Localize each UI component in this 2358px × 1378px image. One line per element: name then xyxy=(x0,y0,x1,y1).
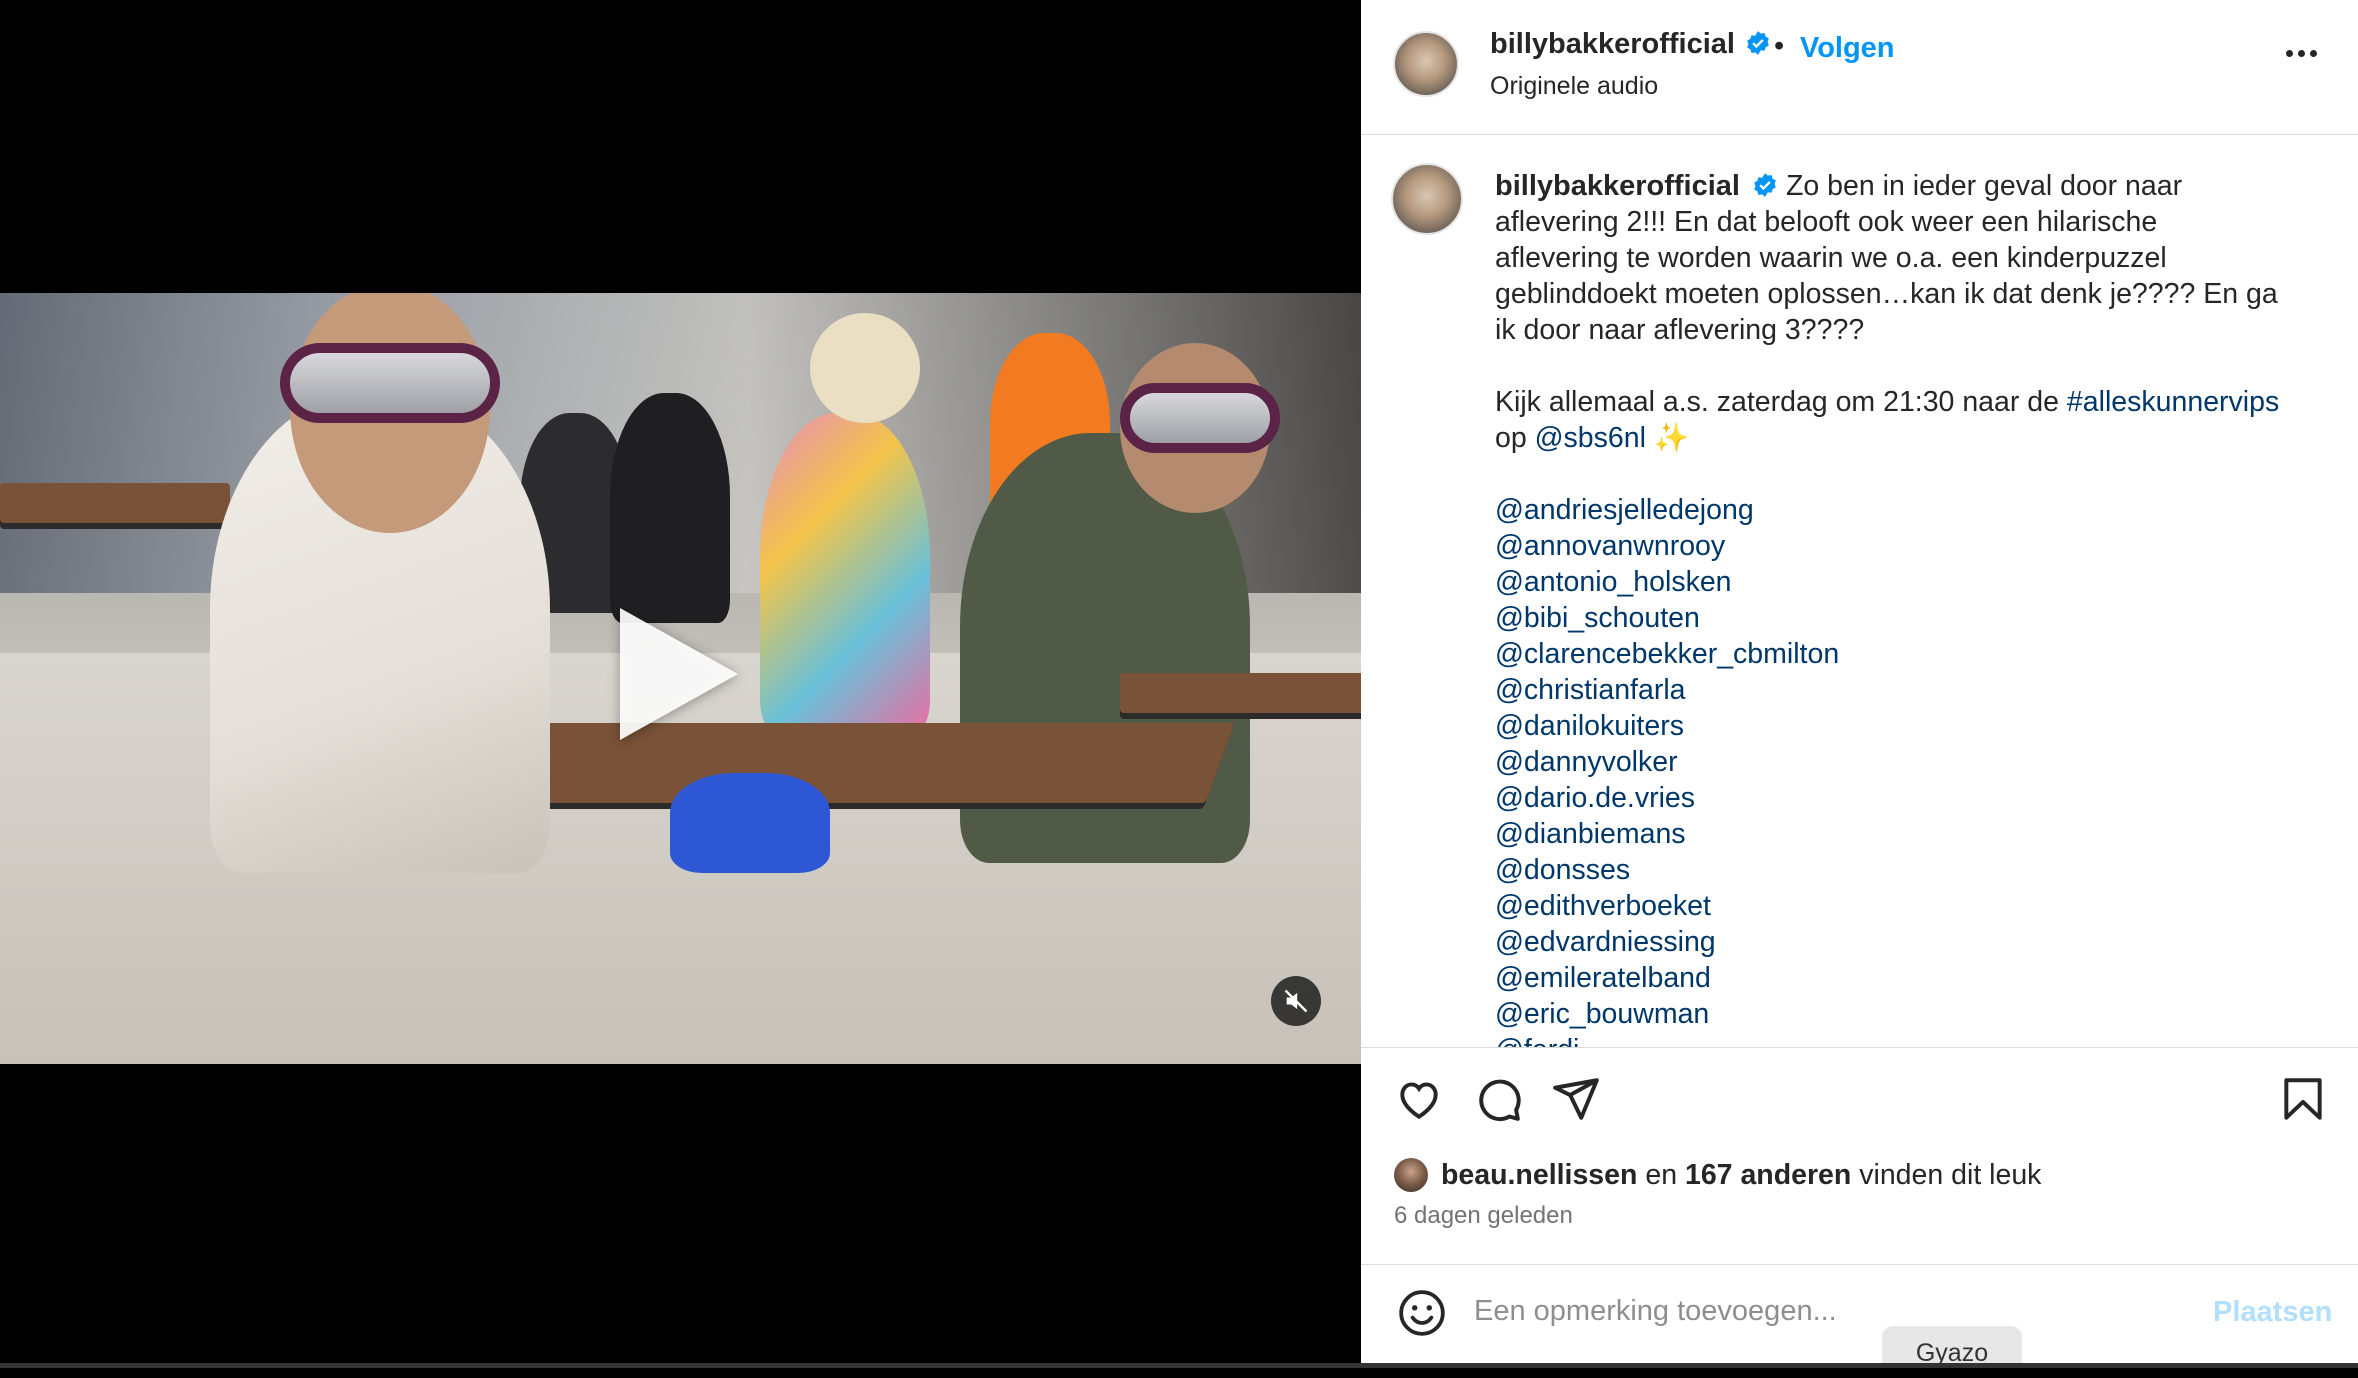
caption-channel-line: op @sbs6nl ✨ xyxy=(1495,420,2295,456)
video-toy-car xyxy=(670,773,830,873)
comment-icon[interactable] xyxy=(1473,1074,1523,1124)
video-person xyxy=(760,413,930,733)
comment-composer: Plaatsen xyxy=(1361,1263,2358,1363)
likes-summary: beau.nellissen en 167 anderen vinden dit… xyxy=(1394,1158,2041,1192)
mention-link[interactable]: @dianbiemans xyxy=(1495,816,2295,852)
mention-link[interactable]: @bibi_schouten xyxy=(1495,600,2295,636)
video-desk xyxy=(0,483,230,523)
mention-link[interactable]: @dario.de.vries xyxy=(1495,780,2295,816)
mention-link[interactable]: @ferdi… xyxy=(1495,1032,2295,1047)
post-panel: billybakkerofficial • Volgen Originele a… xyxy=(1361,0,2358,1363)
mention-link[interactable]: @emileratelband xyxy=(1495,960,2295,996)
video-goggles xyxy=(1120,383,1280,453)
caption-username[interactable]: billybakkerofficial xyxy=(1495,170,1740,202)
mention-sbs6nl[interactable]: @sbs6nl xyxy=(1535,422,1646,454)
mention-link[interactable]: @edvardniessing xyxy=(1495,924,2295,960)
header-username-row: billybakkerofficial xyxy=(1490,28,1771,61)
video-person xyxy=(610,393,730,623)
caption-channel-text: op xyxy=(1495,422,1535,454)
username-link[interactable]: billybakkerofficial xyxy=(1490,28,1735,60)
play-icon[interactable] xyxy=(620,608,738,740)
caption-schedule-text: Kijk allemaal a.s. zaterdag om 21:30 naa… xyxy=(1495,386,2067,418)
mention-link[interactable]: @donsses xyxy=(1495,852,2295,888)
likes-suffix: vinden dit leuk xyxy=(1851,1158,2042,1191)
comment-input[interactable] xyxy=(1474,1295,2174,1328)
caption-text-line: ik door naar aflevering 3???? xyxy=(1495,314,1865,346)
mute-button[interactable] xyxy=(1271,976,1321,1026)
liker-avatar[interactable] xyxy=(1394,1158,1428,1192)
mention-link[interactable]: @christianfarla xyxy=(1495,672,2295,708)
post-comment-button[interactable]: Plaatsen xyxy=(2213,1296,2332,1329)
mention-link[interactable]: @clarencebekker_cbmilton xyxy=(1495,636,2295,672)
bottom-strip xyxy=(0,1363,2358,1368)
hashtag-link[interactable]: #alleskunnervips xyxy=(2067,386,2279,418)
post-header: billybakkerofficial • Volgen Originele a… xyxy=(1361,0,2358,135)
emoji-icon[interactable] xyxy=(1397,1288,1447,1338)
heart-icon[interactable] xyxy=(1394,1074,1444,1124)
action-bar: beau.nellissen en 167 anderen vinden dit… xyxy=(1361,1047,2358,1265)
mention-link[interactable]: @eric_bouwman xyxy=(1495,996,2295,1032)
separator-dot: • xyxy=(1774,30,1785,62)
video-head xyxy=(810,313,920,423)
video-frame[interactable] xyxy=(0,293,1361,1064)
caption-avatar[interactable] xyxy=(1391,163,1463,235)
mention-link[interactable]: @edithverboeket xyxy=(1495,888,2295,924)
caption-text-line: geblinddoekt moeten oplossen…kan ik dat … xyxy=(1495,278,2278,310)
caption-scroll-area[interactable]: billybakkerofficial Zo ben in ieder geval… xyxy=(1361,135,2358,1047)
likes-connector: en xyxy=(1637,1158,1685,1191)
speaker-muted-icon xyxy=(1284,989,1308,1013)
mention-list: @andriesjelledejong @annovanwnrooy @anto… xyxy=(1495,492,2295,1047)
video-desk xyxy=(1120,673,1361,713)
mention-link[interactable]: @antonio_holsken xyxy=(1495,564,2295,600)
verified-badge-icon xyxy=(1754,173,1776,197)
more-options-icon[interactable] xyxy=(2286,50,2317,57)
share-icon[interactable] xyxy=(1551,1074,1601,1124)
liker-username[interactable]: beau.nellissen xyxy=(1441,1159,1637,1192)
mention-link[interactable]: @andriesjelledejong xyxy=(1495,492,2295,528)
video-player[interactable] xyxy=(0,0,1361,1363)
mention-link[interactable]: @annovanwnrooy xyxy=(1495,528,2295,564)
post-timestamp[interactable]: 6 dagen geleden xyxy=(1394,1202,1573,1230)
verified-badge-icon xyxy=(1747,31,1770,55)
caption-text-line: aflevering 2!!! En dat belooft ook weer … xyxy=(1495,206,2158,238)
avatar[interactable] xyxy=(1393,31,1459,97)
caption-text-line: Zo ben in ieder geval door naar xyxy=(1786,170,2183,202)
video-goggles xyxy=(280,343,500,423)
gyazo-overlay-button[interactable]: Gyazo xyxy=(1884,1328,2020,1368)
audio-link[interactable]: Originele audio xyxy=(1490,72,1658,101)
caption: billybakkerofficial Zo ben in ieder geval… xyxy=(1495,168,2295,1047)
bookmark-icon[interactable] xyxy=(2278,1074,2328,1124)
mention-link[interactable]: @danilokuiters xyxy=(1495,708,2295,744)
likes-count-link[interactable]: 167 anderen xyxy=(1685,1159,1851,1192)
follow-button[interactable]: Volgen xyxy=(1800,32,1895,65)
mention-link[interactable]: @dannyvolker xyxy=(1495,744,2295,780)
sparkle-icon: ✨ xyxy=(1653,422,1690,454)
caption-text-line: aflevering te worden waarin we o.a. een … xyxy=(1495,242,2167,274)
caption-schedule-line: Kijk allemaal a.s. zaterdag om 21:30 naa… xyxy=(1495,384,2295,420)
